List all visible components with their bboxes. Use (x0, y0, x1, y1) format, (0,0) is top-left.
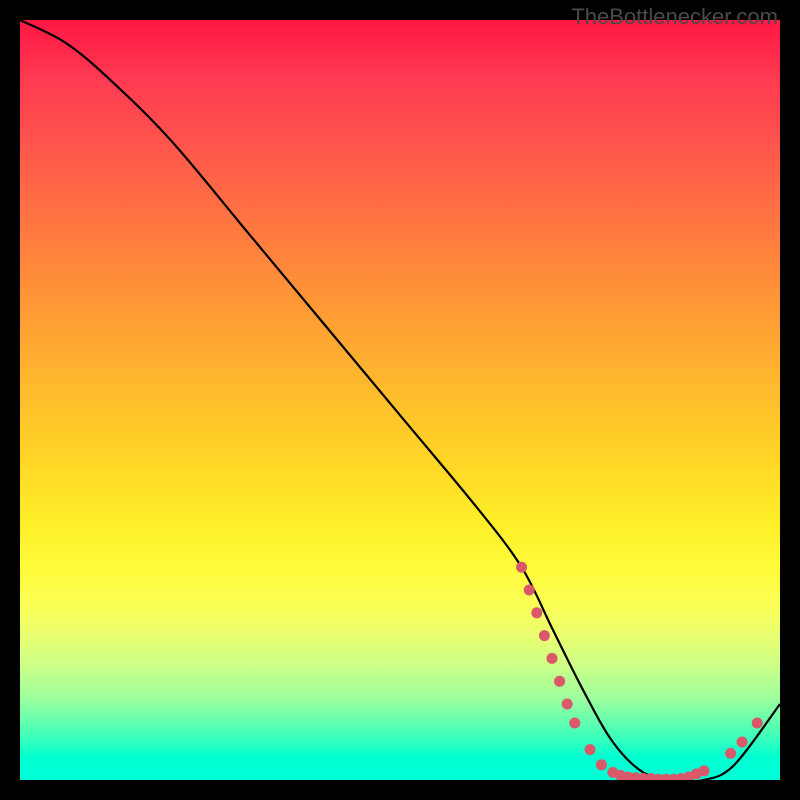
marker-dot (737, 737, 748, 748)
marker-dot (585, 744, 596, 755)
watermark-text: TheBottlenecker.com (571, 4, 778, 30)
marker-dot (531, 607, 542, 618)
marker-dot (547, 653, 558, 664)
marker-dot (539, 630, 550, 641)
marker-dot (752, 718, 763, 729)
chart-svg (20, 20, 780, 780)
marker-dot (596, 759, 607, 770)
marker-dot (699, 765, 710, 776)
marker-dot (725, 748, 736, 759)
marker-dot (562, 699, 573, 710)
marker-dot (554, 676, 565, 687)
curve-line (20, 20, 780, 780)
markers-group (516, 562, 763, 780)
marker-dot (569, 718, 580, 729)
marker-dot (524, 585, 535, 596)
plot-area (20, 20, 780, 780)
marker-dot (516, 562, 527, 573)
